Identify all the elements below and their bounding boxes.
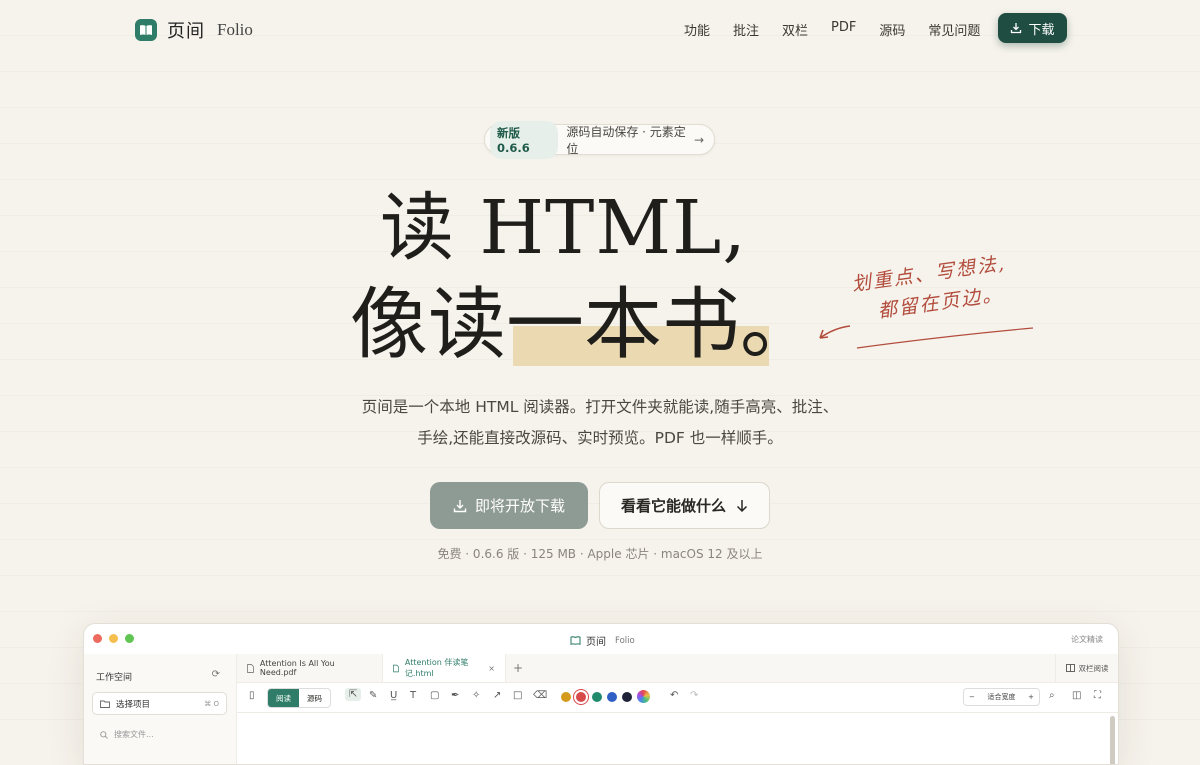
margin-note: 划重点、写想法, 都留在页边。 <box>850 248 1012 329</box>
pen-tool-icon[interactable]: ✒ <box>451 690 459 701</box>
refresh-icon[interactable]: ⟳ <box>212 669 220 680</box>
tab-close-icon[interactable]: × <box>488 664 495 673</box>
select-project-button[interactable]: 选择项目 ⌘ O <box>92 692 227 715</box>
nav-link-pdf[interactable]: PDF <box>831 20 856 39</box>
zoom-in-icon[interactable]: + <box>1028 693 1034 701</box>
hero-title-line1: 读 HTML, <box>380 185 747 271</box>
release-badge[interactable]: 新版 0.6.6 源码自动保存 · 元素定位 → <box>484 120 715 159</box>
sparkle-tool-icon[interactable]: ✧ <box>472 690 480 701</box>
window-titlebar: 页间 Folio 论文精读 <box>84 624 1118 655</box>
book-icon <box>135 19 157 41</box>
search-icon[interactable]: ⌕ <box>1049 690 1055 701</box>
nav-link-features[interactable]: 功能 <box>684 20 710 39</box>
note-arrow-icon <box>819 325 851 339</box>
tab-html-label: Attention 伴读笔记.html <box>404 658 469 678</box>
columns-icon <box>1065 664 1075 672</box>
brand-logo[interactable]: 页间 Folio <box>135 17 253 43</box>
subtitle-line2: 手绘,还能直接改源码、实时预览。PDF 也一样顺手。 <box>417 429 783 447</box>
hero-subtitle: 页间是一个本地 HTML 阅读器。打开文件夹就能读,随手高亮、批注、 手绘,还能… <box>300 392 900 454</box>
subtitle-line1: 页间是一个本地 HTML 阅读器。打开文件夹就能读,随手高亮、批注、 <box>361 398 839 416</box>
scrollbar[interactable] <box>1110 716 1115 764</box>
minimize-dot[interactable] <box>109 634 118 643</box>
tab-pdf-label: Attention Is All You Need.pdf <box>259 659 335 677</box>
arrow-right-icon: → <box>693 132 704 147</box>
release-text: 源码自动保存 · 元素定位 <box>566 124 686 156</box>
annotation-toolbar: ▯ 阅读 源码 ⇱ ✎ U̲ T ▢ ✒ ✧ ↗ □ ⌫ ↶ ↷ − 适合宽度 … <box>237 682 1118 713</box>
dual-read-label: 双栏阅读 <box>1078 663 1109 673</box>
color-swatch-blue[interactable] <box>607 692 617 702</box>
window-title: 页间 Folio <box>570 633 635 648</box>
arrow-down-icon <box>736 499 748 512</box>
window-right-label[interactable]: 论文精读 <box>1071 634 1103 645</box>
color-swatch-yellow[interactable] <box>561 692 571 702</box>
tab-pdf[interactable]: Attention Is All You Need.pdf <box>237 654 382 682</box>
undo-icon[interactable]: ↶ <box>670 690 678 701</box>
cta-primary-label: 即将开放下载 <box>474 497 565 515</box>
window-title-cn: 页间 <box>586 637 606 648</box>
search-placeholder: 搜索文件... <box>114 730 154 739</box>
folder-icon <box>100 700 110 708</box>
select-tool-icon[interactable]: ⇱ <box>345 688 362 701</box>
traffic-lights <box>93 634 134 643</box>
select-project-label: 选择项目 <box>116 699 151 710</box>
redo-icon[interactable]: ↷ <box>690 690 698 701</box>
tab-html[interactable]: Attention 伴读笔记.html × <box>382 654 506 682</box>
nav-download-label: 下载 <box>1028 22 1055 38</box>
window-title-en: Folio <box>615 635 635 646</box>
nav-link-source[interactable]: 源码 <box>879 20 905 39</box>
panel-icon[interactable]: ◫ <box>1072 690 1081 701</box>
shortcut-hint: ⌘ O <box>204 699 219 708</box>
mode-source[interactable]: 源码 <box>299 689 330 707</box>
release-meta: 免费 · 0.6.6 版 · 125 MB · Apple 芯片 · macOS… <box>437 547 763 561</box>
color-picker-icon[interactable] <box>637 690 650 703</box>
workspace-heading: 工作空间 <box>96 673 133 683</box>
zoom-level[interactable]: 适合宽度 <box>988 692 1016 702</box>
search-icon <box>100 730 108 739</box>
version-tag: 新版 0.6.6 <box>490 120 559 159</box>
top-nav: 页间 Folio 功能 批注 双栏 PDF 源码 常见问题 下载 <box>0 0 1200 56</box>
color-swatch-green[interactable] <box>592 692 602 702</box>
note-underline <box>856 327 1034 349</box>
download-icon <box>1011 23 1022 34</box>
dual-read-button[interactable]: 双栏阅读 <box>1055 654 1118 682</box>
highlight-tool-icon[interactable]: ✎ <box>369 690 377 701</box>
app-sidebar: 工作空间 ⟳ 选择项目 ⌘ O 搜索文件... <box>84 654 237 764</box>
text-tool-icon[interactable]: T <box>410 690 416 701</box>
sidebar-toggle-icon[interactable]: ▯ <box>249 690 255 701</box>
book-icon <box>570 636 581 645</box>
zoom-dot[interactable] <box>125 634 134 643</box>
new-tab-button[interactable]: + <box>513 661 523 675</box>
nav-links: 功能 批注 双栏 PDF 源码 常见问题 <box>684 20 980 39</box>
document-tabs: Attention Is All You Need.pdf Attention … <box>237 654 1118 683</box>
brand-name-cn: 页间 <box>167 21 205 42</box>
file-icon <box>393 664 399 672</box>
note-tool-icon[interactable]: ▢ <box>430 690 439 701</box>
coming-soon-download-button[interactable]: 即将开放下载 <box>430 482 588 529</box>
nav-download-button[interactable]: 下载 <box>998 13 1067 43</box>
hero-title-line2: 像读一本书。 <box>350 280 819 370</box>
zoom-out-icon[interactable]: − <box>969 693 975 701</box>
brand-name-en: Folio <box>217 20 253 39</box>
nav-link-annotate[interactable]: 批注 <box>733 20 759 39</box>
download-icon <box>453 499 467 512</box>
zoom-control: − 适合宽度 + <box>963 688 1040 706</box>
app-window-preview: 页间 Folio 论文精读 工作空间 ⟳ 选择项目 ⌘ O 搜索文件... At… <box>83 623 1119 765</box>
mode-switch: 阅读 源码 <box>267 688 331 708</box>
nav-link-dual[interactable]: 双栏 <box>782 20 808 39</box>
nav-link-faq[interactable]: 常见问题 <box>928 20 980 39</box>
color-swatch-black[interactable] <box>622 692 632 702</box>
see-features-button[interactable]: 看看它能做什么 <box>599 482 770 529</box>
eraser-tool-icon[interactable]: ⌫ <box>533 690 547 701</box>
close-dot[interactable] <box>93 634 102 643</box>
arrow-tool-icon[interactable]: ↗ <box>493 690 501 701</box>
file-icon <box>247 663 254 673</box>
file-search[interactable]: 搜索文件... <box>100 729 154 740</box>
rect-tool-icon[interactable]: □ <box>513 690 522 701</box>
underline-tool-icon[interactable]: U̲ <box>390 690 397 701</box>
cta-secondary-label: 看看它能做什么 <box>620 497 726 515</box>
color-swatch-red[interactable] <box>576 692 586 702</box>
fullscreen-icon[interactable]: ⛶ <box>1094 690 1101 701</box>
mode-read[interactable]: 阅读 <box>268 689 299 707</box>
